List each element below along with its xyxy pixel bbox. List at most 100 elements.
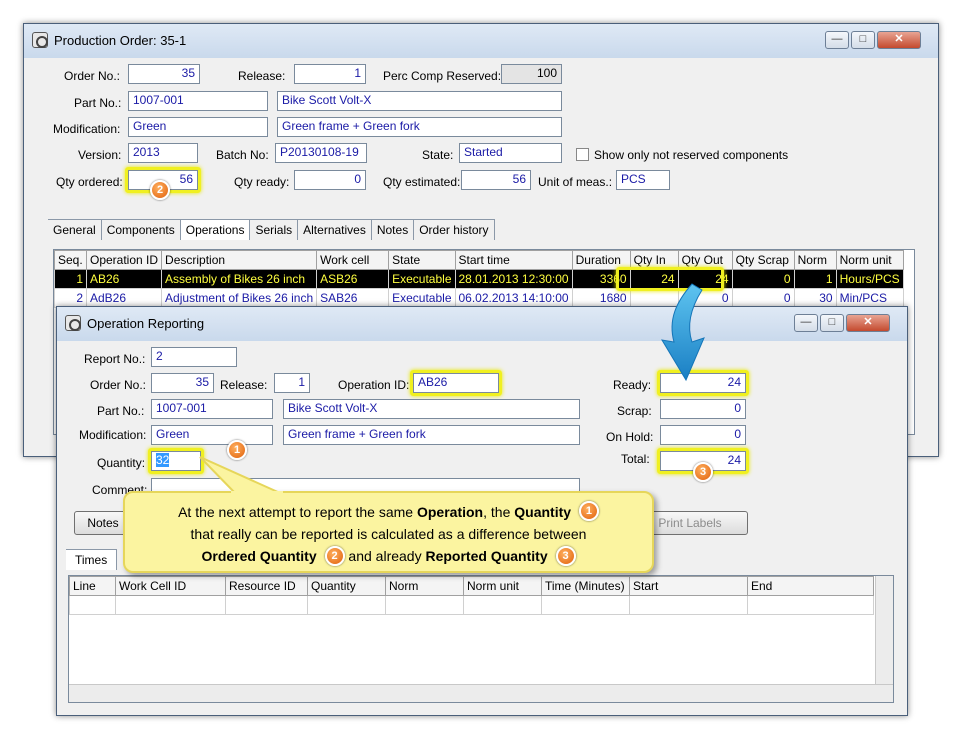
report-part-description-field[interactable]: Bike Scott Volt-X bbox=[283, 399, 580, 419]
horizontal-scrollbar[interactable] bbox=[69, 684, 893, 702]
callout-pointer bbox=[199, 456, 283, 495]
col-time-minutes[interactable]: Time (Minutes) bbox=[541, 576, 630, 596]
col-qty-scrap[interactable]: Qty Scrap bbox=[731, 250, 795, 270]
col-description[interactable]: Description bbox=[161, 250, 318, 270]
callout-badge-1: 1 bbox=[578, 501, 599, 522]
callout-line-3: Ordered Quantity 2 and already Reported … bbox=[125, 545, 652, 567]
cell-norm: 30 bbox=[793, 288, 837, 308]
window-title: Production Order: 35-1 bbox=[54, 33, 187, 48]
tab-operations[interactable]: Operations bbox=[180, 219, 251, 240]
table-row[interactable]: 2 AdB26 Adjustment of Bikes 26 inch SAB2… bbox=[54, 288, 904, 308]
cell-norm-unit: Min/PCS bbox=[835, 288, 904, 308]
col-start[interactable]: Start bbox=[629, 576, 748, 596]
part-no-field[interactable]: 1007-001 bbox=[128, 91, 268, 111]
show-only-not-reserved-checkbox[interactable] bbox=[576, 148, 589, 161]
col-seq[interactable]: Seq. bbox=[54, 250, 87, 270]
qty-estimated-field[interactable]: 56 bbox=[461, 170, 531, 190]
report-order-no-field[interactable]: 35 bbox=[151, 373, 214, 393]
version-field[interactable]: 2013 bbox=[128, 143, 198, 163]
unit-of-meas-field[interactable]: PCS bbox=[616, 170, 670, 190]
badge-3-total: 3 bbox=[693, 462, 713, 482]
qty-ready-label: Qty ready: bbox=[234, 175, 290, 189]
report-minimize-button[interactable]: — bbox=[794, 314, 818, 332]
cell-state: Executable bbox=[388, 269, 456, 289]
minimize-button[interactable]: — bbox=[825, 31, 849, 49]
cell-duration: 1680 bbox=[571, 288, 631, 308]
perc-comp-reserved-field: 100 bbox=[501, 64, 562, 84]
report-maximize-button[interactable]: □ bbox=[820, 314, 844, 332]
tab-alternatives[interactable]: Alternatives bbox=[298, 219, 372, 240]
cell-qty-scrap: 0 bbox=[731, 269, 795, 289]
explanation-callout: At the next attempt to report the same O… bbox=[123, 491, 654, 573]
tab-times[interactable]: Times bbox=[66, 549, 118, 570]
main-tabs: General Components Operations Serials Al… bbox=[48, 219, 495, 240]
col-norm[interactable]: Norm bbox=[793, 250, 837, 270]
order-no-field[interactable]: 35 bbox=[128, 64, 200, 84]
show-only-not-reserved-label: Show only not reserved components bbox=[594, 148, 789, 162]
modification-description-field[interactable]: Green frame + Green fork bbox=[277, 117, 562, 137]
release-field[interactable]: 1 bbox=[294, 64, 366, 84]
tab-serials[interactable]: Serials bbox=[250, 219, 299, 240]
cell-operation-id: AdB26 bbox=[85, 288, 163, 308]
state-field[interactable]: Started bbox=[459, 143, 562, 163]
badge-2-qty-ordered: 2 bbox=[150, 180, 170, 200]
cell-start-time: 06.02.2013 14:10:00 bbox=[454, 288, 573, 308]
scrap-field[interactable]: 0 bbox=[660, 399, 746, 419]
col-start-time[interactable]: Start time bbox=[454, 250, 573, 270]
cell-qty-scrap: 0 bbox=[731, 288, 795, 308]
app-icon bbox=[32, 32, 48, 48]
report-tabs: Times bbox=[66, 549, 118, 570]
part-no-label: Part No.: bbox=[74, 96, 122, 110]
report-modification-description-field[interactable]: Green frame + Green fork bbox=[283, 425, 580, 445]
report-order-no-label: Order No.: bbox=[90, 378, 147, 392]
col-quantity[interactable]: Quantity bbox=[307, 576, 386, 596]
version-label: Version: bbox=[78, 148, 122, 162]
grid-header-row: Seq. Operation ID Description Work cell … bbox=[54, 250, 904, 270]
table-row[interactable]: 1 AB26 Assembly of Bikes 26 inch ASB26 E… bbox=[54, 269, 904, 289]
qty-ordered-label: Qty ordered: bbox=[56, 175, 123, 189]
report-modification-field[interactable]: Green bbox=[151, 425, 273, 445]
unit-of-meas-label: Unit of meas.: bbox=[538, 175, 613, 189]
col-norm-unit[interactable]: Norm unit bbox=[463, 576, 542, 596]
col-line[interactable]: Line bbox=[69, 576, 116, 596]
callout-badge-3: 3 bbox=[555, 545, 576, 566]
report-part-no-label: Part No.: bbox=[97, 404, 145, 418]
col-end[interactable]: End bbox=[747, 576, 874, 596]
title-bar[interactable]: Production Order: 35-1 — □ ✕ bbox=[24, 24, 938, 58]
cell-start-time: 28.01.2013 12:30:00 bbox=[454, 269, 573, 289]
col-resource-id[interactable]: Resource ID bbox=[225, 576, 308, 596]
table-row[interactable] bbox=[69, 595, 874, 615]
col-state[interactable]: State bbox=[388, 250, 456, 270]
maximize-button[interactable]: □ bbox=[851, 31, 875, 49]
close-button[interactable]: ✕ bbox=[877, 31, 921, 49]
cell-seq: 2 bbox=[54, 288, 87, 308]
tab-general[interactable]: General bbox=[48, 219, 102, 240]
part-description-field[interactable]: Bike Scott Volt-X bbox=[277, 91, 562, 111]
qty-ready-field[interactable]: 0 bbox=[294, 170, 366, 190]
report-title-bar[interactable]: Operation Reporting — □ ✕ bbox=[57, 307, 907, 341]
scrap-label: Scrap: bbox=[617, 404, 652, 418]
report-modification-label: Modification: bbox=[79, 428, 147, 442]
state-label: State: bbox=[422, 148, 454, 162]
cell-description: Adjustment of Bikes 26 inch bbox=[161, 288, 318, 308]
tab-components[interactable]: Components bbox=[101, 219, 181, 240]
on-hold-field[interactable]: 0 bbox=[660, 425, 746, 445]
operation-id-label: Operation ID: bbox=[338, 378, 410, 392]
report-release-field[interactable]: 1 bbox=[274, 373, 310, 393]
col-norm-unit[interactable]: Norm unit bbox=[835, 250, 904, 270]
col-work-cell[interactable]: Work cell bbox=[316, 250, 390, 270]
modification-label: Modification: bbox=[53, 122, 121, 136]
report-close-button[interactable]: ✕ bbox=[846, 314, 890, 332]
report-release-label: Release: bbox=[220, 378, 268, 392]
modification-field[interactable]: Green bbox=[128, 117, 268, 137]
report-part-no-field[interactable]: 1007-001 bbox=[151, 399, 273, 419]
batch-no-field[interactable]: P20130108-19 bbox=[275, 143, 367, 163]
vertical-scrollbar[interactable] bbox=[875, 576, 893, 686]
report-no-field[interactable]: 2 bbox=[151, 347, 237, 367]
callout-line-1: At the next attempt to report the same O… bbox=[125, 501, 652, 523]
tab-order-history[interactable]: Order history bbox=[414, 219, 495, 240]
col-norm[interactable]: Norm bbox=[385, 576, 464, 596]
tab-notes[interactable]: Notes bbox=[371, 219, 415, 240]
col-work-cell-id[interactable]: Work Cell ID bbox=[115, 576, 226, 596]
col-operation-id[interactable]: Operation ID bbox=[85, 250, 163, 270]
